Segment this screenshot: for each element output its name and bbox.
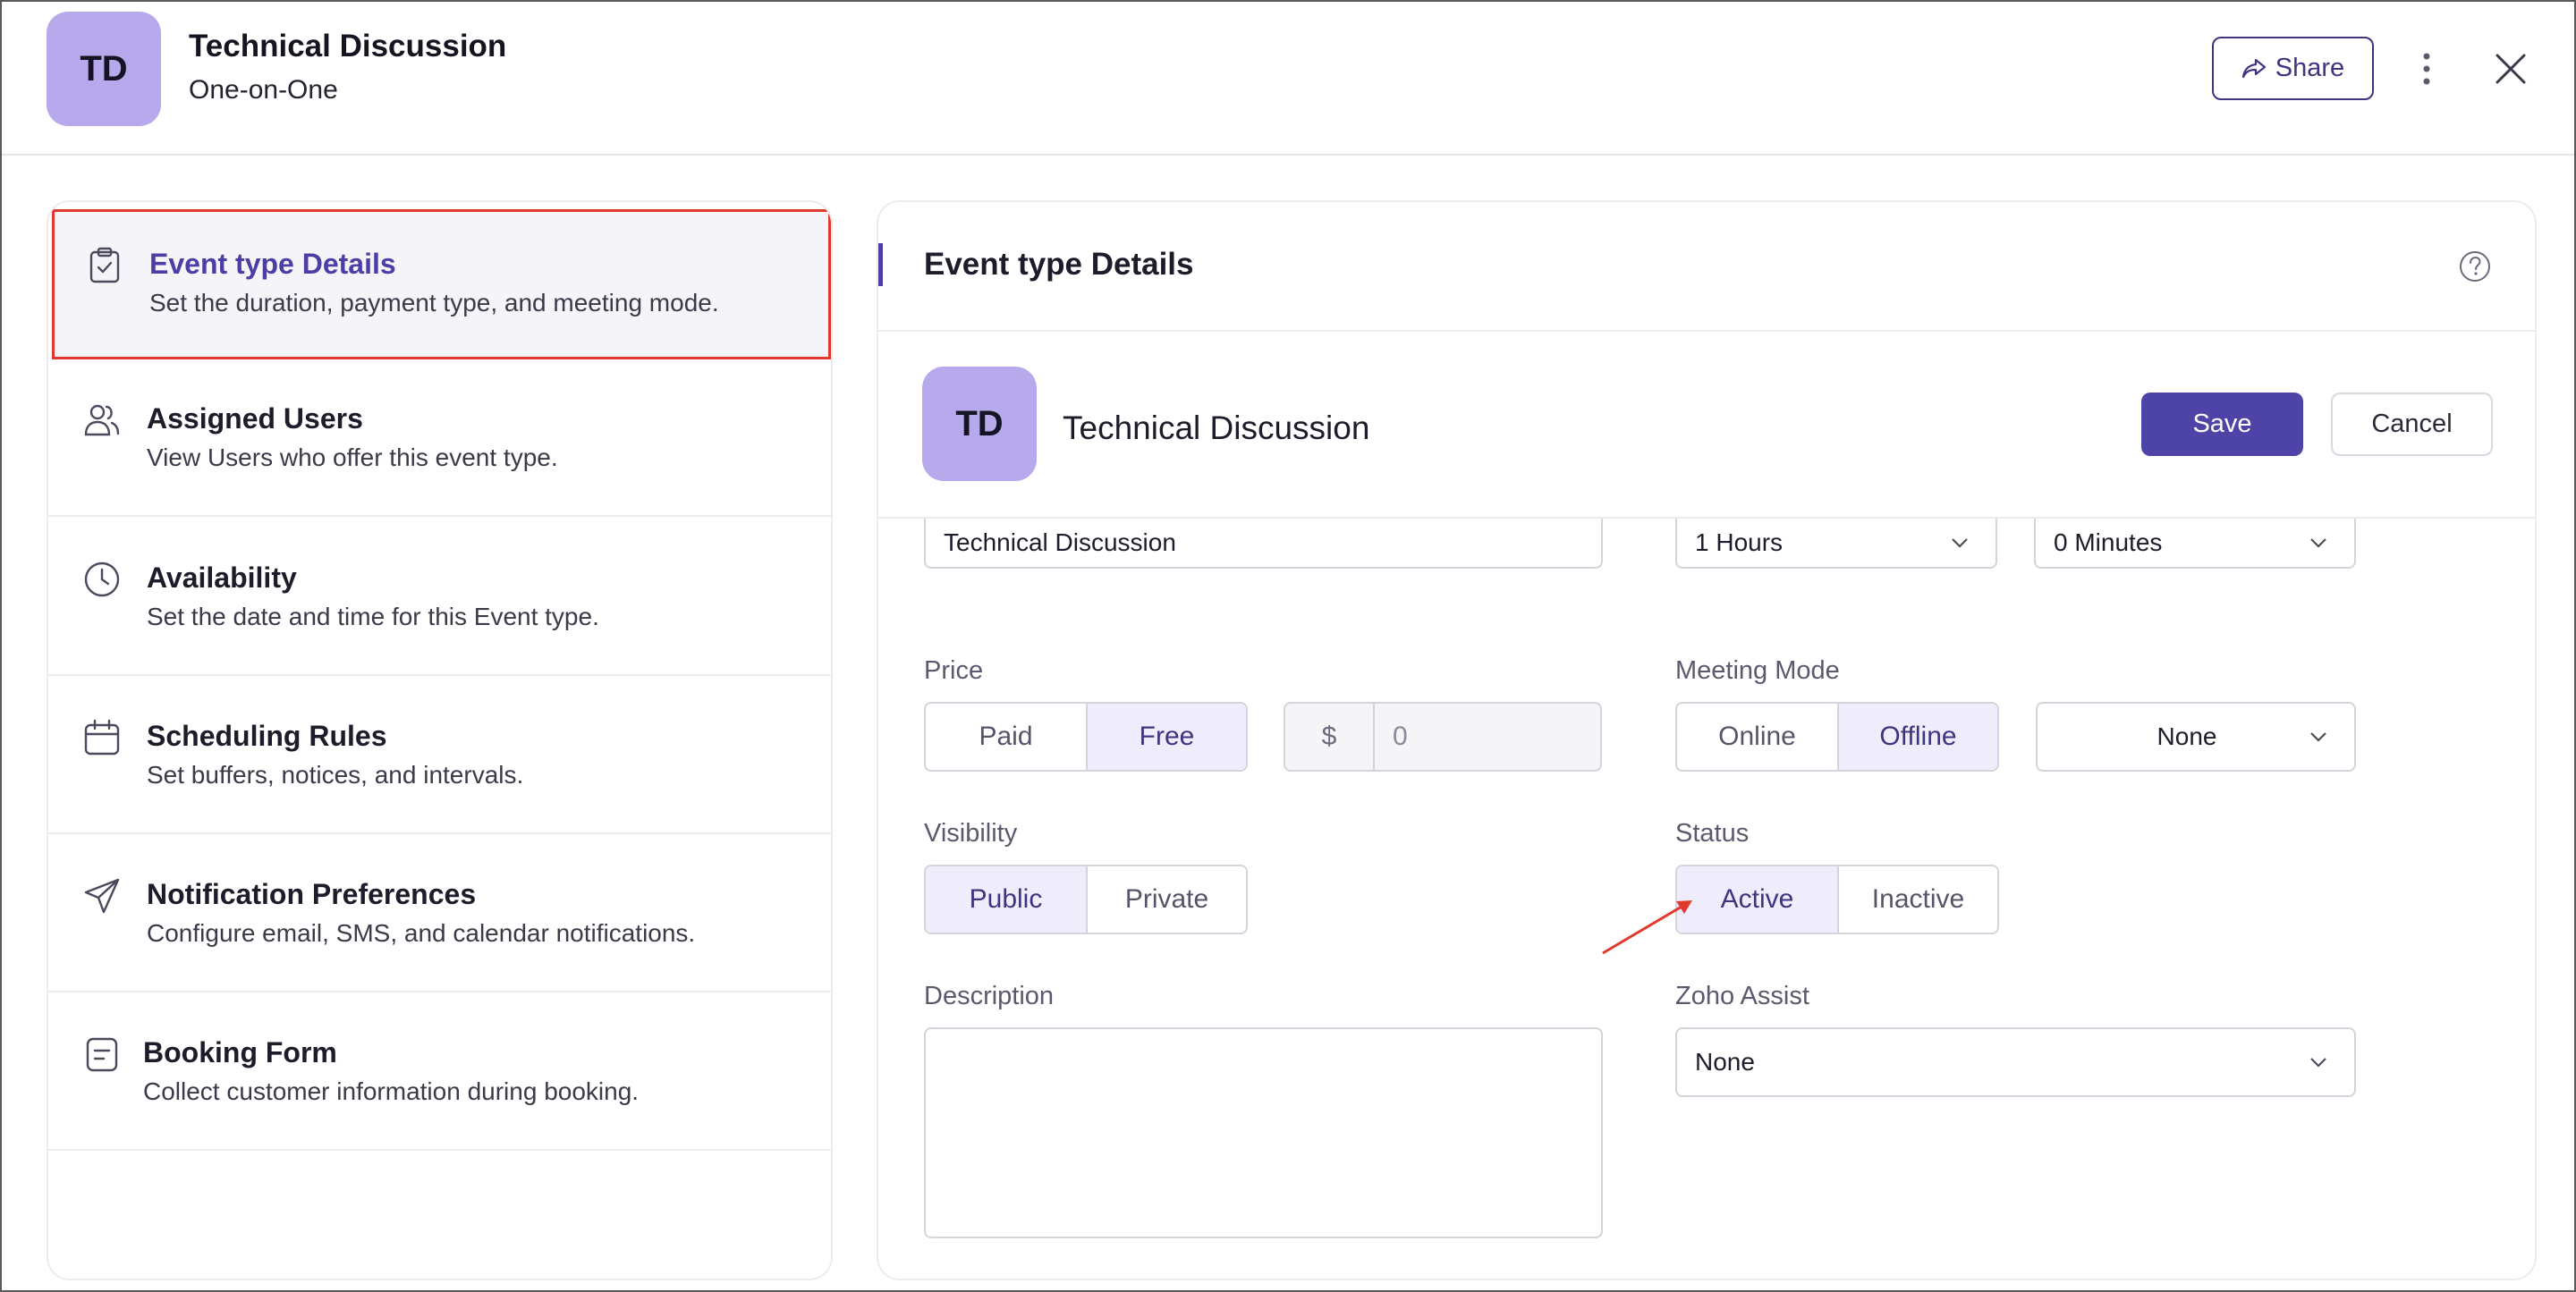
description-label: Description [924,982,1055,1010]
event-name: Technical Discussion [1063,410,1370,446]
meeting-mode-online[interactable]: Online [1677,704,1837,770]
event-avatar: TD [47,12,161,126]
event-name-field[interactable]: Technical Discussion [924,519,1603,569]
event-avatar: TD [922,367,1037,481]
status-toggle: Active Inactive [1675,865,1999,934]
price-amount-field[interactable]: $ 0 [1284,702,1602,772]
visibility-public[interactable]: Public [926,866,1086,933]
sidebar-item-scheduling-rules[interactable]: Scheduling Rules Set buffers, notices, a… [48,677,831,834]
panel-title: Event type Details [924,247,1194,282]
sidebar-item-title: Notification Preferences [147,878,477,910]
sidebar-item-assigned-users[interactable]: Assigned Users View Users who offer this… [48,359,831,517]
sidebar-item-desc: Configure email, SMS, and calendar notif… [147,919,696,947]
meeting-mode-offline[interactable]: Offline [1837,704,1997,770]
clock-icon [84,562,120,597]
sidebar-item-desc: View Users who offer this event type. [147,443,558,471]
visibility-private[interactable]: Private [1086,866,1246,933]
price-label: Price [924,656,984,685]
form-icon [86,1037,118,1072]
meeting-mode-label: Meeting Mode [1675,656,1840,685]
minutes-select[interactable]: 0 Minutes [2034,519,2356,569]
sidebar-item-desc: Collect customer information during book… [143,1077,640,1105]
minutes-value: 0 Minutes [2054,528,2163,556]
help-icon[interactable] [2458,249,2492,283]
paper-plane-icon [84,878,120,914]
sidebar-item-notification-preferences[interactable]: Notification Preferences Configure email… [48,835,831,992]
calendar-icon [84,719,120,756]
sidebar-item-title: Availability [147,562,297,594]
sidebar-item-desc: Set the duration, payment type, and meet… [149,289,719,317]
sidebar-item-availability[interactable]: Availability Set the date and time for t… [48,519,831,676]
event-name-value: Technical Discussion [944,528,1176,556]
chevron-down-icon [1952,538,1968,548]
visibility-label: Visibility [924,819,1018,848]
visibility-toggle: Public Private [924,865,1248,934]
hours-value: 1 Hours [1695,528,1784,556]
clipboard-check-icon [89,247,120,283]
header: TD Technical Discussion One-on-One Share [2,2,2574,156]
sidebar-item-title: Scheduling Rules [147,720,387,752]
sidebar-item-booking-form[interactable]: Booking Form Collect customer informatio… [48,993,831,1151]
app-window: TD Technical Discussion One-on-One Share… [0,0,2576,1292]
event-details-panel: Event type Details TD Technical Discussi… [877,200,2537,1280]
location-value: None [2157,722,2217,750]
description-textarea[interactable] [924,1027,1603,1238]
sidebar-item-desc: Set buffers, notices, and intervals. [147,761,524,789]
sidebar-item-title: Booking Form [143,1036,337,1068]
sidebar-item-event-type-details[interactable]: Event type Details Set the duration, pay… [52,209,831,359]
more-options-icon[interactable] [2413,46,2440,91]
hours-select[interactable]: 1 Hours [1675,519,1997,569]
sidebar-item-desc: Set the date and time for this Event typ… [147,603,599,630]
status-inactive[interactable]: Inactive [1837,866,1997,933]
chevron-down-icon [2310,538,2326,548]
currency-symbol: $ [1285,704,1375,770]
settings-sidebar: Event type Details Set the duration, pay… [47,200,833,1280]
price-type-toggle: Paid Free [924,702,1248,772]
price-option-paid[interactable]: Paid [926,704,1086,770]
zoho-assist-value: None [1695,1048,1755,1076]
annotation-arrow-icon [1602,900,1692,955]
header-title: Technical Discussion [189,29,507,63]
share-icon [2241,58,2266,78]
share-button[interactable]: Share [2212,37,2374,100]
save-button[interactable]: Save [2141,393,2303,456]
price-amount-placeholder: 0 [1393,722,1408,751]
status-active[interactable]: Active [1677,866,1837,933]
section-accent-bar [878,243,883,286]
status-label: Status [1675,819,1750,848]
chevron-down-icon [2310,732,2326,742]
divider [878,330,2535,332]
location-select[interactable]: None [2036,702,2356,772]
price-option-free[interactable]: Free [1086,704,1246,770]
meeting-mode-toggle: Online Offline [1675,702,1999,772]
users-icon [84,404,120,436]
zoho-assist-label: Zoho Assist [1675,982,1809,1010]
cancel-button[interactable]: Cancel [2331,393,2493,456]
sidebar-item-title: Assigned Users [147,402,363,435]
close-icon[interactable] [2488,46,2533,91]
header-subtitle: One-on-One [189,75,338,105]
zoho-assist-select[interactable]: None [1675,1027,2356,1097]
share-label: Share [2275,54,2345,82]
sidebar-item-title: Event type Details [149,248,396,280]
chevron-down-icon [2310,1058,2326,1068]
